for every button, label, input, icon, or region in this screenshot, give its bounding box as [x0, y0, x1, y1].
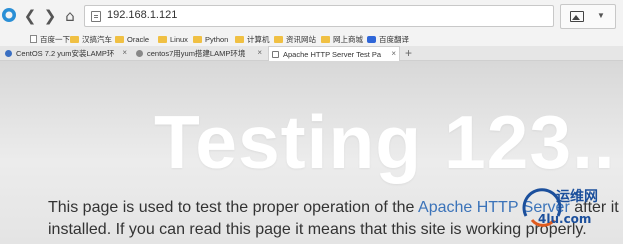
page-icon: [30, 35, 37, 43]
bookmark-folder-oracle[interactable]: Oracle: [115, 32, 149, 46]
tab-title: Apache HTTP Server Test Pa: [283, 49, 382, 59]
folder-icon: [274, 35, 283, 43]
new-tab-button[interactable]: +: [405, 46, 412, 61]
image-icon: [570, 11, 584, 22]
bookmark-baidu-search[interactable]: 百度一下: [30, 32, 70, 46]
bookmark-folder-computer[interactable]: 计算机: [235, 32, 270, 46]
folder-icon: [70, 35, 79, 43]
watermark-domain: 4lu.com: [538, 212, 592, 226]
watermark-title: 运维网: [556, 189, 598, 205]
bookmarks-bar: 百度一下 汉搞汽车 Oracle Linux Python 计算机 资讯网站 网…: [0, 33, 623, 46]
favicon-icon: [136, 50, 143, 57]
favicon-icon: [5, 50, 12, 57]
tab-title: CentOS 7.2 yum安装LAMP环: [16, 49, 115, 58]
bookmark-baidu-translate[interactable]: 百度翻译: [367, 32, 409, 46]
bookmark-label: 汉搞汽车: [82, 34, 112, 44]
bookmark-folder-news[interactable]: 资讯网站: [274, 32, 316, 46]
image-menu-button[interactable]: ▼: [560, 4, 616, 29]
folder-icon: [193, 35, 202, 43]
tab-title: centos7用yum搭建LAMP环境: [147, 49, 246, 58]
chevron-down-icon: ▼: [597, 11, 605, 20]
browser-toolbar: ❮ ❯ ⌂ 192.168.1.121 ▼: [0, 0, 623, 33]
tab-apache-test[interactable]: Apache HTTP Server Test Pa ×: [268, 46, 400, 61]
bookmark-folder-cars[interactable]: 汉搞汽车: [70, 32, 112, 46]
tab-strip: CentOS 7.2 yum安装LAMP环 × centos7用yum搭建LAM…: [0, 46, 623, 61]
bookmark-folder-python[interactable]: Python: [193, 32, 228, 46]
bookmark-label: 百度一下: [40, 34, 70, 44]
close-icon[interactable]: ×: [391, 49, 396, 58]
page-icon: [91, 11, 101, 22]
url-text[interactable]: 192.168.1.121: [107, 9, 177, 21]
bookmark-label: Oracle: [127, 34, 150, 44]
bookmark-label: 百度翻译: [379, 34, 409, 44]
close-icon[interactable]: ×: [257, 48, 262, 57]
bookmark-folder-shopping[interactable]: 网上商城: [321, 32, 363, 46]
back-icon[interactable]: ❮: [22, 8, 38, 24]
folder-icon: [235, 35, 244, 43]
baidu-icon: [367, 35, 376, 43]
page-heading: Testing 123..: [154, 100, 616, 184]
page-icon: [272, 50, 279, 58]
bookmark-label: Python: [205, 34, 229, 44]
close-icon[interactable]: ×: [122, 48, 127, 57]
bookmark-label: 资讯网站: [286, 34, 316, 44]
address-bar[interactable]: 192.168.1.121: [84, 5, 554, 27]
bookmark-label: 网上商城: [333, 34, 363, 44]
home-icon[interactable]: ⌂: [62, 8, 78, 24]
site-watermark: 运维网 4lu.com: [518, 186, 623, 244]
forward-icon[interactable]: ❯: [42, 8, 58, 24]
browser-logo-icon[interactable]: [1, 3, 17, 27]
bookmark-folder-linux[interactable]: Linux: [158, 32, 188, 46]
bookmark-label: Linux: [170, 34, 188, 44]
tab-centos-lamp[interactable]: CentOS 7.2 yum安装LAMP环 ×: [2, 46, 130, 61]
tab-centos7-lamp[interactable]: centos7用yum搭建LAMP环境 ×: [133, 46, 265, 61]
folder-icon: [158, 35, 167, 43]
folder-icon: [115, 35, 124, 43]
bookmark-label: 计算机: [247, 34, 270, 44]
folder-icon: [321, 35, 330, 43]
intro-text: This page is used to test the proper ope…: [48, 199, 419, 216]
